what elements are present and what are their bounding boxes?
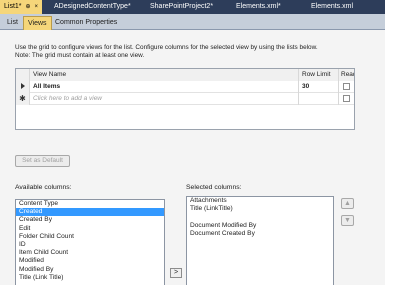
list-item[interactable]: Created By [16, 216, 164, 224]
new-row-icon: ✱ [16, 93, 30, 105]
doc-tab-elements-xml[interactable]: Elements.xml [307, 0, 357, 14]
doc-tab-elements-xml-modified[interactable]: Elements.xml* [232, 0, 285, 14]
tab-common-properties[interactable]: Common Properties [51, 16, 121, 30]
description-line-2: Note: The grid must contain at least one… [15, 52, 145, 59]
column-header-row-limit[interactable]: Row Limit [299, 69, 339, 81]
row-limit-cell[interactable]: 30 [299, 81, 339, 93]
doc-tab-list1[interactable]: List1* ⊕ × [0, 0, 42, 14]
list-item[interactable]: ID [16, 241, 164, 249]
doc-tab-label: ADesignedContentType* [54, 3, 131, 10]
add-view-placeholder[interactable]: Click here to add a view [30, 93, 299, 105]
grid-header-row: View Name Row Limit Read Only [16, 69, 354, 81]
column-header-read-only[interactable]: Read Only [339, 69, 354, 81]
list-item[interactable]: Edit [16, 225, 164, 233]
list-item[interactable]: Folder Child Count [16, 233, 164, 241]
add-column-button[interactable]: > [170, 268, 182, 278]
arrow-down-icon: ▼ [344, 217, 351, 224]
views-description: Use the grid to configure views for the … [15, 44, 375, 60]
pin-icon[interactable]: ⊕ [25, 4, 30, 10]
tab-list[interactable]: List [3, 16, 22, 30]
move-down-button[interactable]: ▼ [341, 215, 354, 226]
list-item[interactable]: Modified By [16, 266, 164, 274]
list-item[interactable]: Document Modified By [187, 222, 333, 230]
current-row-indicator-icon [16, 81, 30, 93]
selected-columns-label: Selected columns: [186, 184, 242, 191]
doc-tab-label: Elements.xml [311, 3, 354, 10]
read-only-checkbox[interactable] [343, 82, 350, 90]
column-header-view-name[interactable]: View Name [30, 69, 299, 81]
list-item[interactable]: Content Type [16, 200, 164, 208]
view-name-cell[interactable]: All Items [30, 81, 299, 93]
torn-edge-right [385, 0, 400, 300]
doc-tab-label: Elements.xml* [236, 3, 281, 10]
list-item[interactable]: Title (LinkTitle) [187, 205, 333, 213]
list-item[interactable]: Title (Link Title) [16, 274, 164, 282]
document-tab-strip: List1* ⊕ × ADesignedContentType* SharePo… [0, 0, 389, 14]
designer-window: List1* ⊕ × ADesignedContentType* SharePo… [0, 0, 389, 289]
doc-tab-label: SharePointProject2* [150, 3, 214, 10]
doc-tab-sharepointproject2[interactable]: SharePointProject2* [146, 0, 217, 14]
list-item[interactable]: Document Created By [187, 230, 333, 238]
table-row[interactable]: All Items 30 [16, 81, 354, 93]
doc-tab-adesignedcontenttype[interactable]: ADesignedContentType* [50, 0, 135, 14]
views-grid: View Name Row Limit Read Only All Items … [15, 68, 355, 130]
selected-columns-list[interactable]: Attachments Title (LinkTitle) Document M… [186, 196, 334, 289]
description-line-1: Use the grid to configure views for the … [15, 44, 318, 51]
new-row-read-only-cell[interactable] [339, 93, 354, 105]
list-item[interactable]: Attachments [187, 197, 333, 205]
list-item[interactable]: Item Child Count [16, 249, 164, 257]
new-row-read-only-checkbox[interactable] [343, 94, 350, 102]
close-icon[interactable]: × [34, 4, 38, 10]
read-only-checkbox-cell[interactable] [339, 81, 354, 93]
arrow-up-icon: ▲ [344, 200, 351, 207]
torn-edge-bottom [0, 285, 400, 300]
available-columns-label: Available columns: [15, 184, 72, 191]
list-item-selected[interactable]: Created [16, 208, 164, 217]
new-row-limit-cell[interactable] [299, 93, 339, 105]
move-up-button[interactable]: ▲ [341, 198, 354, 209]
designer-tab-strip: List Views Common Properties [0, 14, 389, 30]
grid-corner [16, 69, 30, 81]
doc-tab-label: List1* [4, 3, 22, 10]
available-columns-list[interactable]: Content Type Created Created By Edit Fol… [15, 199, 165, 289]
new-view-row[interactable]: ✱ Click here to add a view [16, 93, 354, 105]
list-item[interactable]: Modified [16, 257, 164, 265]
tab-views[interactable]: Views [23, 16, 52, 30]
list-item[interactable] [187, 213, 333, 221]
set-as-default-button[interactable]: Set as Default [15, 155, 70, 167]
